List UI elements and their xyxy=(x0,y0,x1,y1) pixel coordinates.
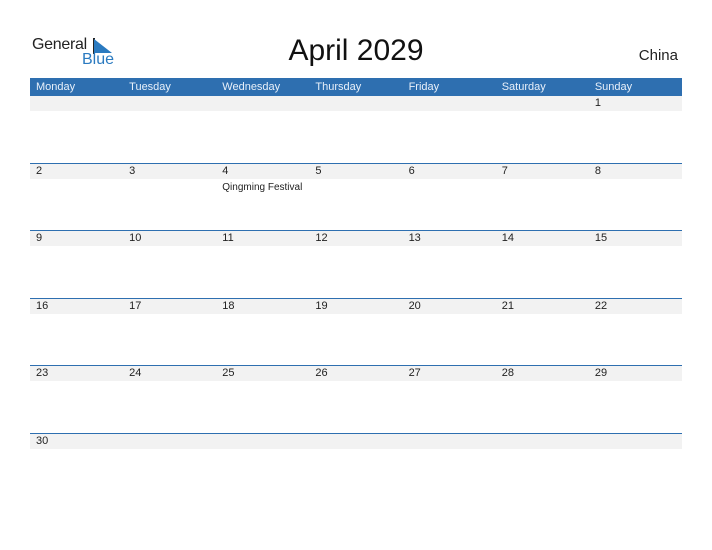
day-cell: 13 xyxy=(403,231,496,246)
day-cell: 12 xyxy=(309,231,402,246)
day-cell xyxy=(496,434,589,449)
day-cell: 28 xyxy=(496,366,589,381)
day-cell: 8 xyxy=(589,164,682,179)
calendar-title: April 2029 xyxy=(288,34,424,67)
day-cell: 20 xyxy=(403,299,496,314)
day-cell: 7 xyxy=(496,164,589,179)
day-number: 4 xyxy=(222,164,229,177)
date-strip: 16 17 18 19 20 21 22 xyxy=(30,298,682,314)
day-cell: 6 xyxy=(403,164,496,179)
day-number: 1 xyxy=(594,97,601,109)
week-row: 9 10 11 12 13 14 15 xyxy=(30,230,682,298)
date-strip: 2 3 4 Qingming Festival 5 6 7 8 xyxy=(30,163,682,193)
day-cell: 19 xyxy=(309,299,402,314)
day-number: 16 xyxy=(36,299,49,312)
day-cell xyxy=(123,434,216,449)
day-cell: 10 xyxy=(123,231,216,246)
day-number: 15 xyxy=(594,232,608,244)
day-cell: 30 xyxy=(30,434,123,449)
day-cell: 16 xyxy=(30,299,123,314)
day-cell xyxy=(309,434,402,449)
day-cell: 24 xyxy=(123,366,216,381)
weekday-monday: Monday xyxy=(36,81,76,93)
day-cell: 2 xyxy=(30,164,123,179)
day-number: 10 xyxy=(129,232,142,244)
day-number: 12 xyxy=(315,232,328,244)
day-cell: 4 Qingming Festival xyxy=(216,164,309,193)
day-cell: 22 xyxy=(589,299,682,314)
week-row: 1 xyxy=(30,96,682,163)
day-cell: 26 xyxy=(309,366,402,381)
day-number: 24 xyxy=(129,367,142,379)
day-number: 9 xyxy=(36,232,43,244)
weeks-container: 1 2 3 4 Qingming Festival 5 6 7 8 9 10 11 12 13 14 15 16… xyxy=(30,96,682,500)
day-number: 20 xyxy=(408,299,421,312)
day-cell xyxy=(403,434,496,449)
day-cell: 27 xyxy=(403,366,496,381)
day-cell xyxy=(123,96,216,111)
day-cell: 15 xyxy=(589,231,682,246)
day-number: 14 xyxy=(501,232,514,244)
date-strip: 9 10 11 12 13 14 15 xyxy=(30,231,682,246)
day-number: 7 xyxy=(501,164,508,177)
weekday-header: Monday Tuesday Wednesday Thursday Friday Satu… xyxy=(30,78,682,96)
weekday-friday: Friday xyxy=(408,81,440,93)
date-strip: 23 24 25 26 27 28 29 xyxy=(30,366,682,381)
day-number: 11 xyxy=(222,232,234,244)
day-cell xyxy=(496,96,589,111)
day-cell: 1 xyxy=(589,96,682,111)
weekday-tuesday: Tuesday xyxy=(129,81,171,93)
day-number: 23 xyxy=(36,367,49,379)
day-number: 18 xyxy=(222,299,235,312)
day-number: 13 xyxy=(408,232,421,244)
day-cell xyxy=(403,96,496,111)
day-cell xyxy=(309,96,402,111)
day-number: 19 xyxy=(315,299,328,312)
day-cell xyxy=(216,434,309,449)
day-cell xyxy=(589,434,682,449)
weekday-sunday: Sunday xyxy=(594,81,633,93)
weekday-saturday: Saturday xyxy=(501,81,546,93)
date-strip: 30 xyxy=(30,433,682,449)
day-cell: 18 xyxy=(216,299,309,314)
day-cell xyxy=(30,96,123,111)
day-cell: 3 xyxy=(123,164,216,179)
day-number: 2 xyxy=(36,164,43,177)
calendar-grid: Monday Tuesday Wednesday Thursday Friday Satu… xyxy=(30,78,682,500)
date-strip: 1 xyxy=(30,96,682,111)
day-number: 26 xyxy=(315,367,328,379)
day-cell: 14 xyxy=(496,231,589,246)
day-cell xyxy=(216,96,309,111)
day-number: 8 xyxy=(594,164,601,177)
week-row: 2 3 4 Qingming Festival 5 6 7 8 xyxy=(30,162,682,231)
day-number: 17 xyxy=(129,299,142,312)
day-cell: 23 xyxy=(30,366,123,381)
day-cell: 9 xyxy=(30,231,123,246)
day-cell: 29 xyxy=(589,366,682,381)
day-cell: 11 xyxy=(216,231,309,246)
day-number: 21 xyxy=(501,299,514,312)
day-cell: 21 xyxy=(496,299,589,314)
day-number: 5 xyxy=(315,164,322,177)
day-cell: 5 xyxy=(309,164,402,179)
day-number: 25 xyxy=(222,367,235,379)
week-row: 23 24 25 26 27 28 29 xyxy=(30,365,682,433)
day-cell: 25 xyxy=(216,366,309,381)
weekday-thursday: Thursday xyxy=(315,81,362,93)
week-row: 16 17 18 19 20 21 22 xyxy=(30,297,682,366)
day-cell: 17 xyxy=(123,299,216,314)
country-label: China xyxy=(638,47,678,64)
day-number: 22 xyxy=(594,299,608,312)
day-number: 29 xyxy=(594,367,608,379)
day-number: 3 xyxy=(129,164,136,177)
weekday-wednesday: Wednesday xyxy=(222,81,281,93)
day-number: 30 xyxy=(36,434,49,447)
day-number: 6 xyxy=(408,164,415,177)
week-row: 30 xyxy=(30,432,682,501)
day-number: 28 xyxy=(501,367,514,379)
day-number: 27 xyxy=(408,367,421,379)
holiday-event: Qingming Festival xyxy=(222,181,303,193)
